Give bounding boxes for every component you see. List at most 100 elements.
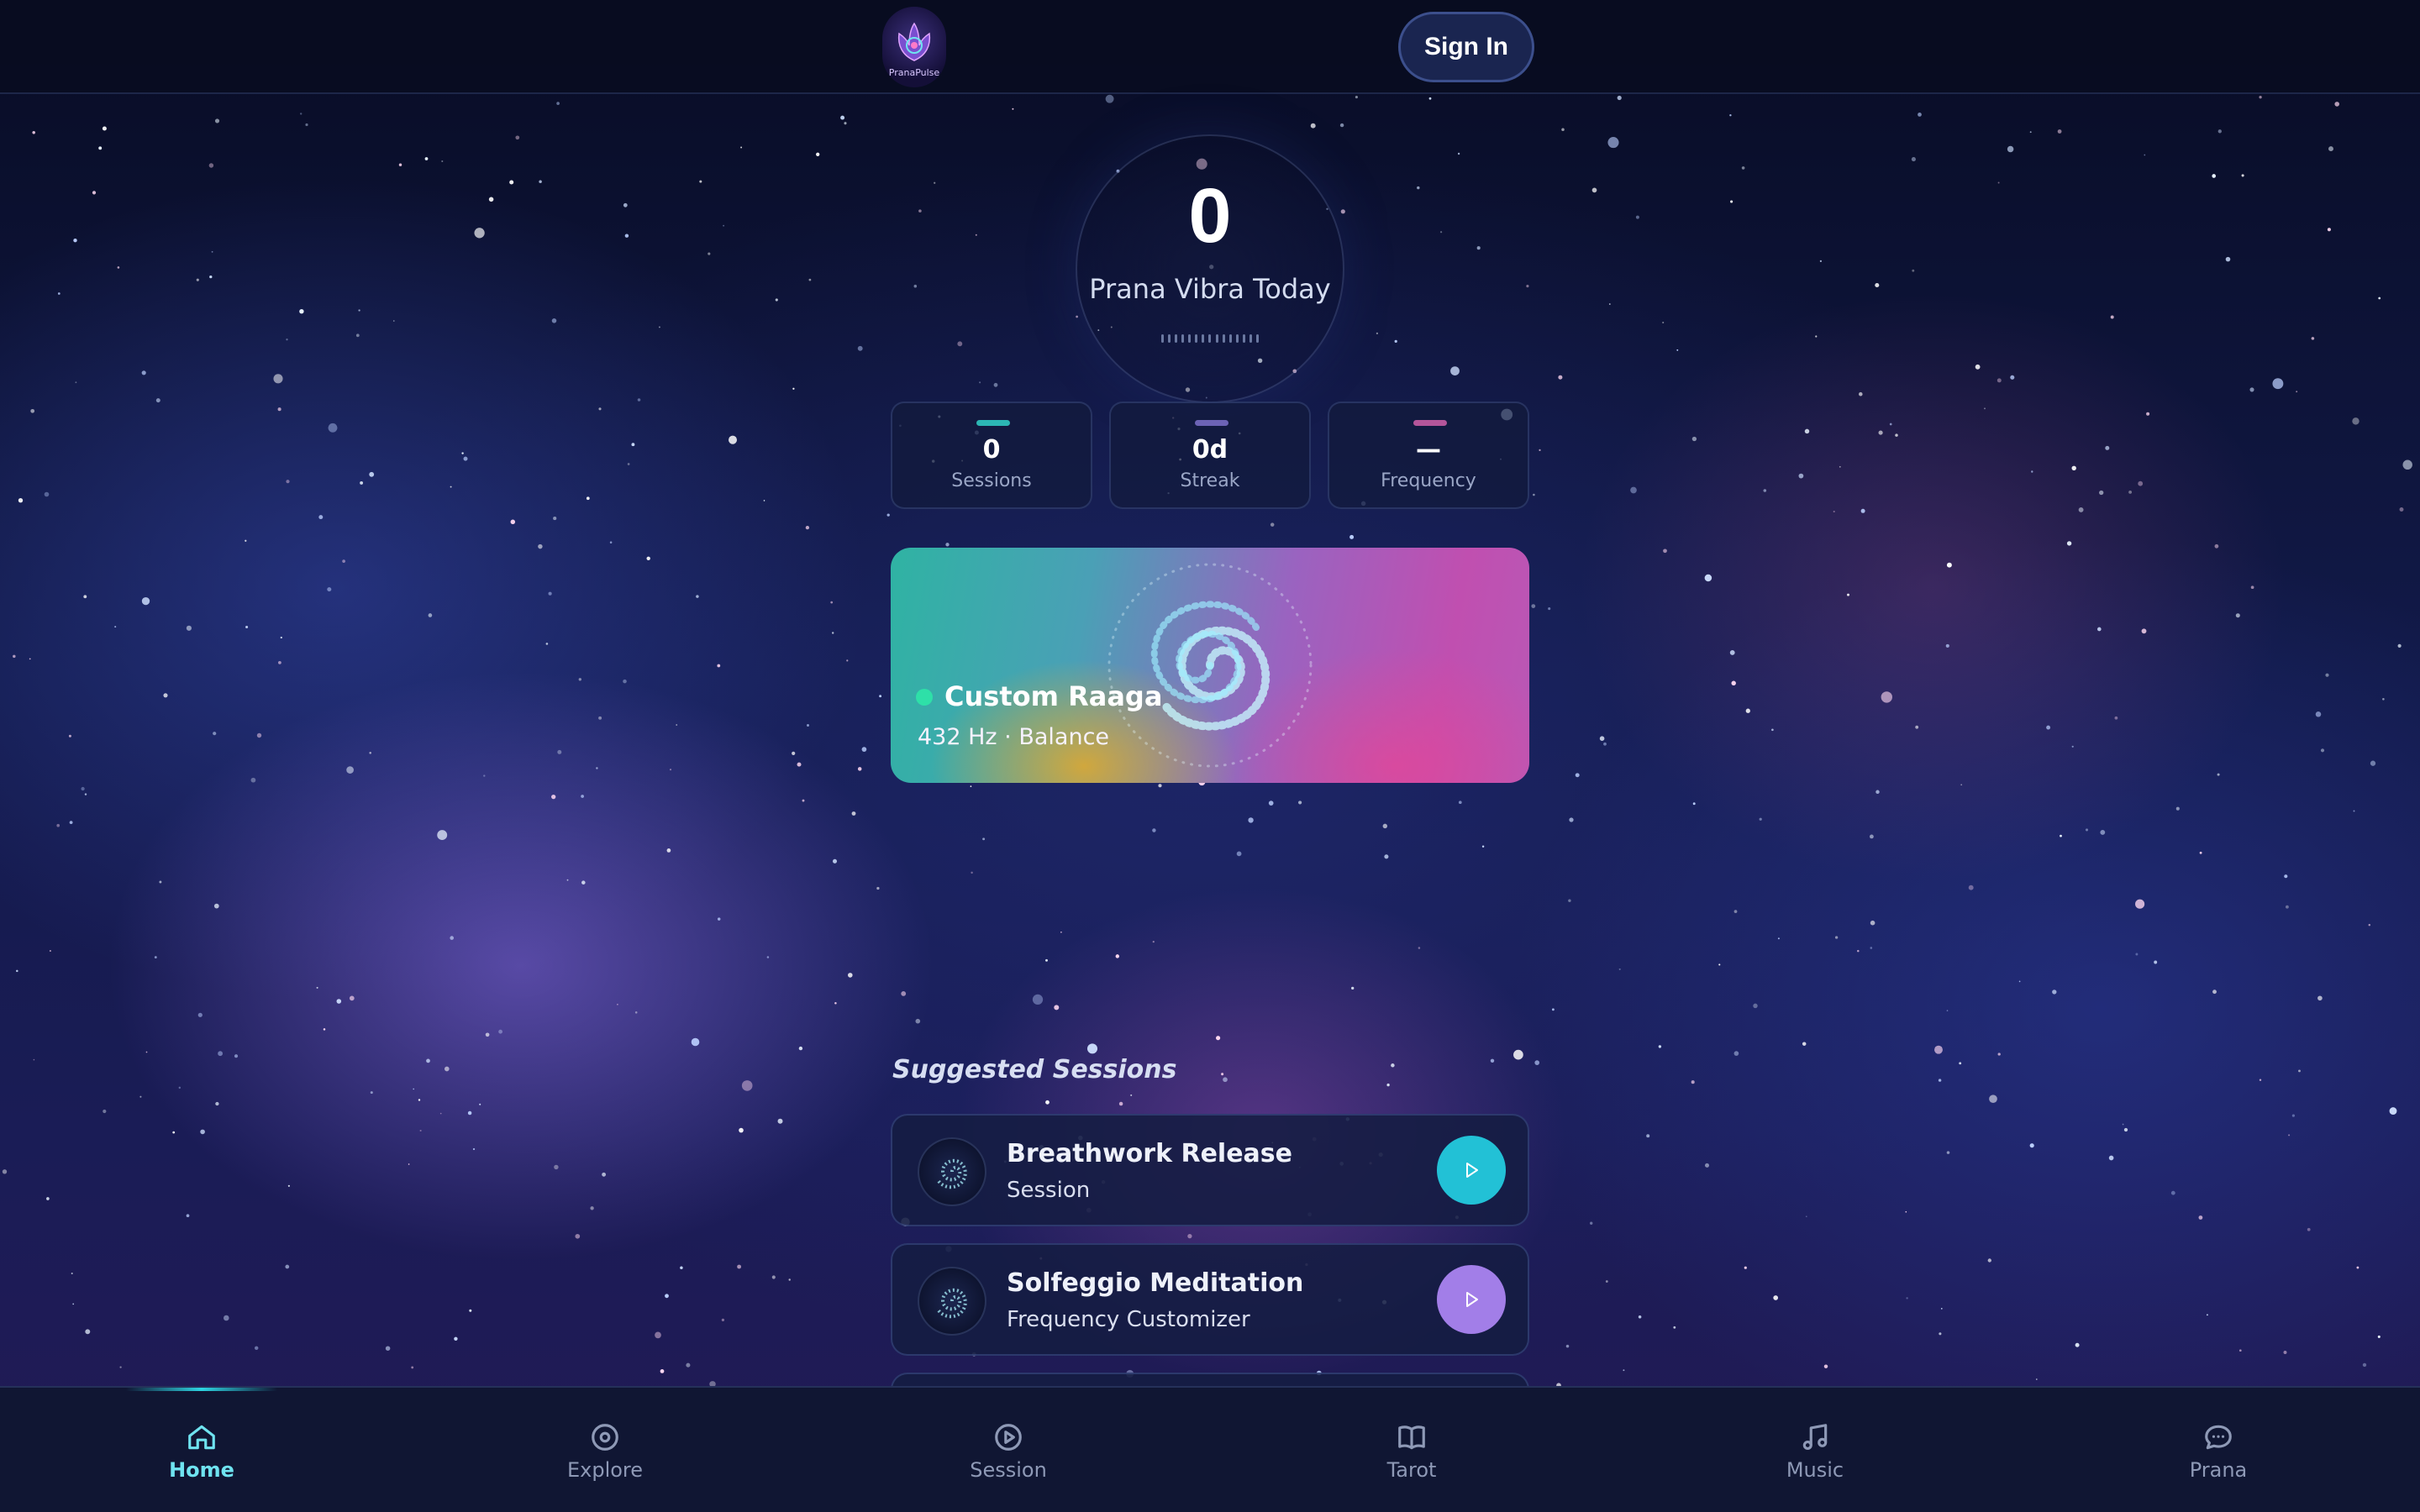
star xyxy=(1481,845,1485,848)
star xyxy=(159,880,162,884)
star xyxy=(586,496,590,501)
play-button[interactable] xyxy=(1437,1265,1506,1334)
star xyxy=(2334,102,2339,107)
star xyxy=(1673,1326,1676,1329)
nav-session[interactable]: Session xyxy=(924,1421,1092,1488)
star xyxy=(1802,1042,1807,1046)
session-item[interactable]: Breathwork Release Session xyxy=(891,1114,1529,1226)
star xyxy=(2057,129,2062,134)
stat-accent-bar xyxy=(1413,420,1447,426)
star xyxy=(450,936,454,940)
star xyxy=(1558,375,1563,380)
star xyxy=(557,749,562,754)
star xyxy=(1692,802,1696,806)
star xyxy=(1704,574,1712,582)
star xyxy=(2352,417,2360,425)
star xyxy=(214,118,220,123)
featured-session-card[interactable]: Custom Raaga 432 Hz · Balance xyxy=(891,548,1529,783)
star xyxy=(763,500,765,501)
star xyxy=(548,591,552,596)
star xyxy=(474,228,485,239)
session-name: Breathwork Release xyxy=(1007,1139,1292,1168)
star xyxy=(2241,174,2244,177)
star xyxy=(805,525,810,530)
lotus-hand-icon xyxy=(897,22,931,61)
star xyxy=(1718,963,1721,966)
nav-explore[interactable]: Explore xyxy=(521,1421,689,1488)
star xyxy=(686,1362,691,1368)
star xyxy=(411,1366,414,1369)
star xyxy=(1729,114,1732,117)
star xyxy=(1086,1043,1098,1054)
star xyxy=(1839,465,1841,468)
star xyxy=(1804,428,1810,434)
featured-title: Custom Raaga xyxy=(944,680,1163,712)
star xyxy=(2389,1107,2397,1116)
star xyxy=(2320,748,2325,753)
star xyxy=(280,636,282,639)
app-logo[interactable]: PranaPulse xyxy=(882,7,946,87)
star xyxy=(56,823,60,827)
star xyxy=(117,266,120,269)
star xyxy=(485,1032,490,1037)
star xyxy=(816,152,820,156)
star xyxy=(1533,493,1535,496)
star xyxy=(2307,1227,2311,1231)
star xyxy=(669,769,672,771)
spiral-icon xyxy=(937,1288,967,1319)
star xyxy=(2327,228,2331,232)
star xyxy=(1730,200,1733,203)
star xyxy=(2362,1362,2367,1368)
star xyxy=(254,1346,259,1351)
star xyxy=(18,498,24,503)
star xyxy=(832,858,838,864)
star xyxy=(979,381,981,384)
star xyxy=(2368,923,2371,927)
star xyxy=(408,1163,410,1165)
star xyxy=(2311,337,2315,340)
star xyxy=(2214,543,2219,549)
session-thumbnail xyxy=(918,1137,986,1206)
sign-in-button[interactable]: Sign In xyxy=(1398,12,1534,82)
star xyxy=(1187,1233,1192,1239)
star xyxy=(1938,1079,1942,1082)
star xyxy=(2328,146,2333,152)
nav-tarot[interactable]: Tarot xyxy=(1328,1421,1496,1488)
spiral-icon xyxy=(937,1158,967,1189)
star xyxy=(327,587,332,592)
star xyxy=(879,695,882,698)
star xyxy=(13,654,16,659)
star xyxy=(1355,96,1358,99)
star xyxy=(2035,1378,2038,1380)
prana-score-value: 0 xyxy=(1188,173,1232,259)
star xyxy=(1152,940,1155,943)
star xyxy=(1691,1080,1695,1084)
star xyxy=(553,517,557,521)
session-thumbnail xyxy=(918,1267,986,1336)
star xyxy=(646,556,650,561)
star xyxy=(1705,1163,1709,1168)
nav-prana[interactable]: Prana xyxy=(2134,1421,2302,1488)
star xyxy=(85,1329,91,1335)
play-button[interactable] xyxy=(1437,1136,1506,1205)
star xyxy=(1940,1308,1943,1310)
nav-music[interactable]: Music xyxy=(1731,1421,1899,1488)
star xyxy=(2198,1215,2203,1220)
star xyxy=(861,747,867,752)
session-item[interactable]: Solfeggio Meditation Frequency Customize… xyxy=(891,1243,1529,1356)
star xyxy=(2170,1190,2175,1195)
star xyxy=(699,180,702,183)
star xyxy=(29,658,31,660)
nav-home[interactable]: Home xyxy=(118,1421,286,1488)
star xyxy=(945,543,950,547)
star xyxy=(691,1037,700,1047)
star xyxy=(723,224,725,227)
star xyxy=(717,917,721,921)
star xyxy=(1339,123,1344,128)
star xyxy=(1733,1051,1739,1056)
featured-subtitle: 432 Hz · Balance xyxy=(918,724,1110,750)
star xyxy=(510,519,516,525)
star xyxy=(1745,708,1750,713)
star xyxy=(1771,728,1774,732)
session-meta: Frequency Customizer xyxy=(1007,1307,1250,1332)
